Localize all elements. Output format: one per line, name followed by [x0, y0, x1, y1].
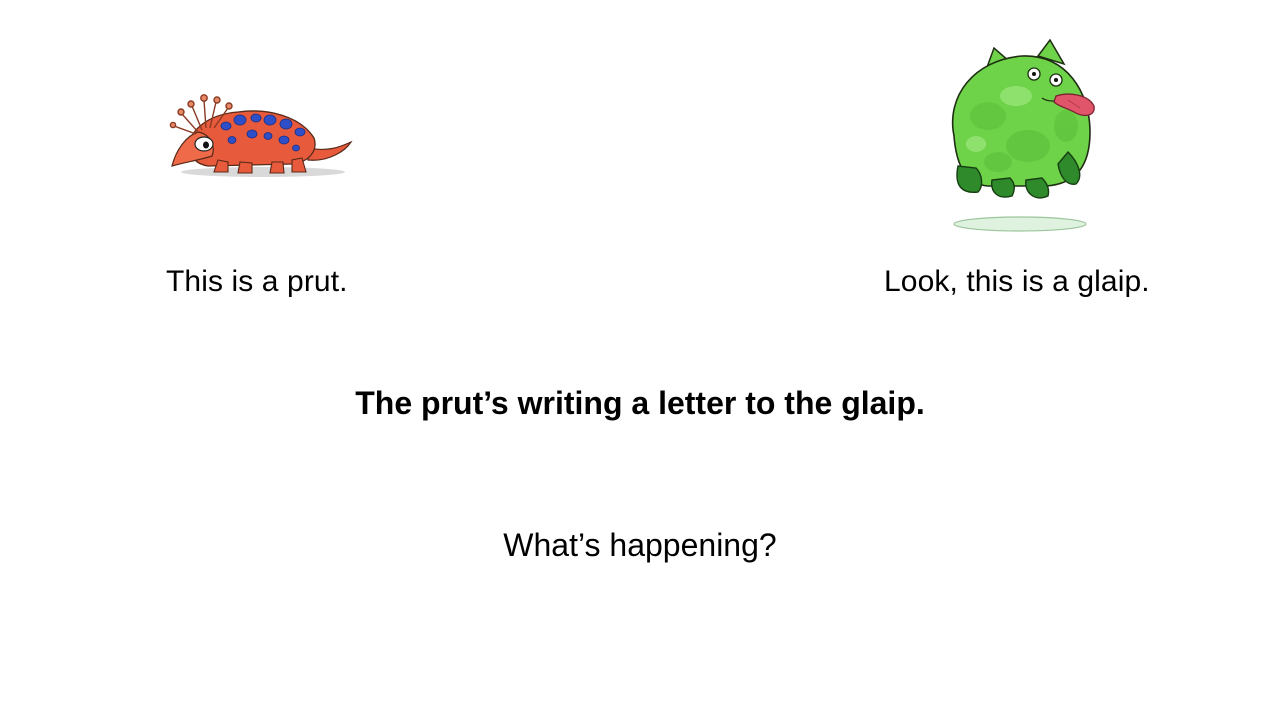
prut-caption: This is a prut.	[166, 265, 348, 298]
glaip-illustration	[951, 38, 1095, 232]
question-prompt: What’s happening?	[503, 527, 777, 563]
main-sentence: The prut’s writing a letter to the glaip…	[355, 385, 925, 421]
prut-illustration	[169, 94, 353, 177]
slide-canvas: This is a prut. Look, this is a glaip. T…	[0, 0, 1280, 720]
prut-pupil	[203, 141, 209, 149]
prut-shadow	[181, 167, 345, 177]
glaip-caption: Look, this is a glaip.	[884, 265, 1150, 298]
glaip-shadow	[953, 216, 1087, 232]
